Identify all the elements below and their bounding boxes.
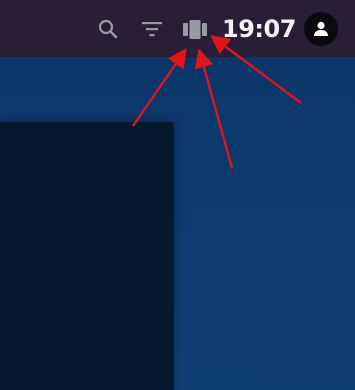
top-bar: 19:07 — [0, 0, 355, 57]
view-switcher-icon[interactable] — [182, 16, 208, 42]
annotation-arrow — [132, 48, 187, 127]
user-avatar-button[interactable] — [304, 12, 338, 46]
search-icon[interactable] — [96, 17, 120, 41]
filter-icon[interactable] — [140, 17, 164, 41]
annotation-arrow — [194, 48, 234, 169]
dark-window-panel — [0, 122, 174, 390]
user-icon — [314, 21, 328, 36]
clock[interactable]: 19:07 — [222, 14, 296, 44]
desktop-screen: 19:07 — [0, 0, 355, 390]
